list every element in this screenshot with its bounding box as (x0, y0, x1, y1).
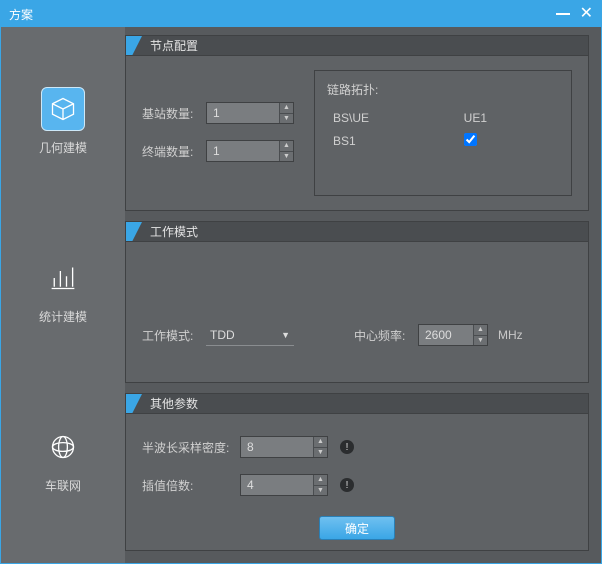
spin-up[interactable]: ▲ (279, 141, 293, 152)
panel-node-config: 节点配置 基站数量: ▲▼ 终端数量: (125, 35, 589, 211)
topology-title: 链路拓扑: (327, 81, 559, 98)
chevron-down-icon: ▼ (281, 330, 290, 340)
spin-up[interactable]: ▲ (279, 103, 293, 114)
close-icon[interactable]: ✕ (580, 6, 593, 22)
panel-accent (126, 394, 142, 413)
title-bar: 方案 ✕ (1, 1, 601, 27)
sidebar-item-label: 几何建模 (39, 139, 87, 156)
minimize-icon[interactable] (556, 13, 570, 15)
spin-down[interactable]: ▼ (313, 486, 327, 496)
topo-header-bsue: BS\UE (329, 108, 458, 128)
info-icon[interactable]: ! (340, 478, 354, 492)
sidebar-item-label: 统计建模 (39, 308, 87, 325)
sidebar-item-statistics[interactable]: 统计建模 (39, 256, 87, 325)
sidebar-item-v2x[interactable]: 车联网 (41, 425, 85, 494)
panel-accent (126, 36, 142, 55)
info-icon[interactable]: ! (340, 440, 354, 454)
ue-count-label: 终端数量: (142, 143, 200, 160)
topology-table: BS\UE UE1 BS1 (327, 106, 559, 154)
spin-down[interactable]: ▼ (279, 152, 293, 162)
work-mode-select[interactable]: TDD ▼ (206, 324, 294, 346)
work-mode-label: 工作模式: (142, 327, 200, 344)
work-mode-value: TDD (210, 328, 235, 342)
window-title: 方案 (9, 6, 33, 23)
panel-work-mode: 工作模式 工作模式: TDD ▼ 中心频率: ▲▼ (125, 221, 589, 383)
sidebar-item-geometry[interactable]: 几何建模 (39, 87, 87, 156)
panel-title: 工作模式 (142, 222, 206, 241)
ok-button[interactable]: 确定 (319, 516, 395, 540)
topo-row-bs1: BS1 (329, 130, 458, 152)
topo-header-ue1: UE1 (460, 108, 557, 128)
spin-up[interactable]: ▲ (313, 475, 327, 486)
bs-count-label: 基站数量: (142, 105, 200, 122)
spin-down[interactable]: ▼ (279, 114, 293, 124)
spin-down[interactable]: ▼ (313, 448, 327, 458)
scheme-window: 方案 ✕ 几何建模 统计建模 车联网 (0, 0, 602, 564)
globe-icon (41, 425, 85, 469)
panel-accent (126, 222, 142, 241)
table-row: BS\UE UE1 (329, 108, 557, 128)
topology-box: 链路拓扑: BS\UE UE1 BS1 (314, 70, 572, 196)
sidebar: 几何建模 统计建模 车联网 (1, 27, 125, 563)
interp-label: 插值倍数: (142, 477, 234, 494)
spin-up[interactable]: ▲ (313, 437, 327, 448)
bar-chart-icon (41, 256, 85, 300)
spin-down[interactable]: ▼ (473, 336, 487, 346)
center-freq-label: 中心频率: (354, 327, 412, 344)
table-row: BS1 (329, 130, 557, 152)
density-label: 半波长采样密度: (142, 439, 234, 456)
panel-other-params: 其他参数 半波长采样密度: ▲▼ ! 插值倍数: (125, 393, 589, 551)
panel-title: 其他参数 (142, 394, 206, 413)
cube-icon (41, 87, 85, 131)
panel-title: 节点配置 (142, 36, 206, 55)
topo-checkbox-bs1-ue1[interactable] (464, 133, 477, 146)
sidebar-item-label: 车联网 (45, 477, 81, 494)
spin-up[interactable]: ▲ (473, 325, 487, 336)
freq-unit: MHz (498, 328, 523, 342)
